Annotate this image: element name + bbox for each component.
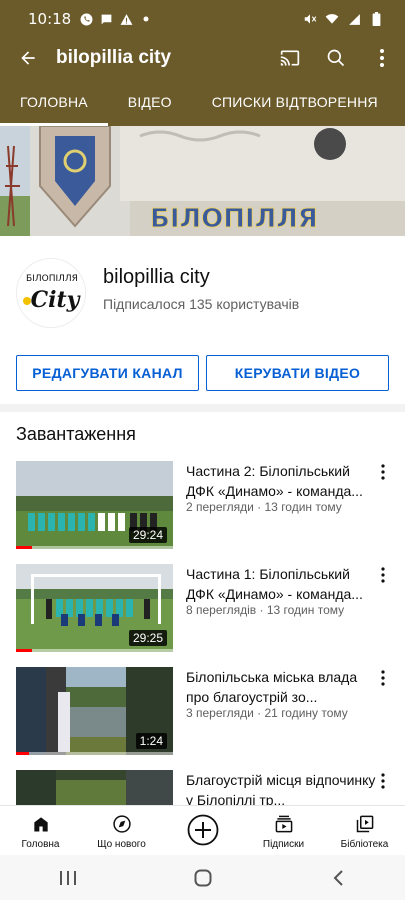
nav-library-label: Бібліотека [340, 839, 389, 850]
nav-subscriptions-label: Підписки [262, 839, 305, 850]
svg-text:City: City [31, 287, 82, 313]
cast-button[interactable] [267, 38, 313, 78]
video-meta: 2 перегляди · 13 годин тому [186, 500, 342, 514]
banner-image: БІЛОПІЛЛЯ [0, 126, 405, 236]
nav-home[interactable]: Головна [0, 806, 81, 855]
uploads-section-title: Завантаження [16, 424, 136, 444]
recents-icon [59, 870, 76, 885]
signal-icon [347, 12, 361, 26]
more-vert-icon [381, 670, 385, 686]
bottom-navigation: Головна Що нового Підписки Бібліотека [0, 805, 405, 855]
more-vert-icon [381, 464, 385, 480]
watch-progress [16, 546, 32, 549]
video-title[interactable]: Благоустрій місця відпочинку у Білопіллі… [186, 770, 376, 805]
channel-banner: БІЛОПІЛЛЯ [0, 126, 405, 236]
explore-icon [112, 812, 132, 836]
system-navigation-bar [0, 855, 405, 900]
channel-title: bilopillia city [56, 47, 172, 68]
video-item[interactable]: 29:25 Частина 1: Білопільський ДФК «Дина… [0, 564, 405, 656]
nav-explore[interactable]: Що нового [81, 806, 162, 855]
video-more-button[interactable] [375, 770, 391, 792]
search-icon [327, 49, 345, 67]
arrow-back-icon [21, 51, 35, 65]
channel-header: БІЛОПІЛЛЯ City bilopillia city Підписало… [0, 236, 405, 404]
video-duration: 1:24 [135, 733, 167, 749]
phone-icon [79, 12, 93, 26]
back-system-button[interactable] [308, 855, 368, 900]
library-icon [355, 812, 375, 836]
video-thumbnail[interactable]: 1:24 [16, 667, 173, 755]
progress-track [16, 649, 173, 652]
status-bar: 10:18 [0, 0, 405, 38]
thumbnail-image [16, 770, 173, 805]
dot-icon [139, 12, 153, 26]
video-thumbnail[interactable]: 29:25 [16, 564, 173, 652]
manage-videos-button[interactable]: КЕРУВАТИ ВІДЕО [206, 355, 389, 391]
video-thumbnail[interactable]: 29:24 [16, 461, 173, 549]
create-icon [187, 814, 219, 846]
video-meta: 3 перегляди · 21 годину тому [186, 706, 348, 720]
recents-button[interactable] [38, 855, 98, 900]
edit-channel-button[interactable]: РЕДАГУВАТИ КАНАЛ [16, 355, 199, 391]
back-button[interactable] [0, 38, 56, 78]
more-vert-icon [381, 567, 385, 583]
more-vert-icon [380, 49, 384, 67]
more-options-button[interactable] [359, 38, 405, 78]
banner-sign-text: БІЛОПІЛЛЯ [150, 204, 318, 234]
video-duration: 29:25 [128, 630, 167, 646]
nav-create[interactable] [162, 806, 243, 855]
system-status-icons [303, 12, 383, 26]
progress-track [16, 546, 173, 549]
video-item[interactable]: 29:24 Частина 2: Білопільський ДФК «Дина… [0, 461, 405, 553]
watch-progress [16, 752, 29, 755]
mute-icon [303, 12, 317, 26]
chevron-left-icon [333, 869, 343, 886]
message-icon [99, 12, 113, 26]
video-title[interactable]: Частина 2: Білопільський ДФК «Динамо» - … [186, 461, 376, 501]
tab-playlists[interactable]: СПИСКИ ВІДТВОРЕННЯ [192, 78, 398, 126]
tab-next[interactable]: К [398, 78, 405, 126]
channel-name: bilopillia city [103, 266, 210, 288]
home-system-button[interactable] [173, 855, 233, 900]
channel-avatar[interactable]: БІЛОПІЛЛЯ City [16, 258, 86, 328]
watch-progress [16, 649, 32, 652]
svg-text:БІЛОПІЛЛЯ: БІЛОПІЛЛЯ [26, 274, 78, 284]
nav-home-label: Головна [21, 839, 60, 850]
nav-explore-label: Що нового [97, 839, 146, 850]
subscriptions-icon [274, 812, 294, 836]
status-time: 10:18 [28, 10, 72, 28]
video-title[interactable]: Білопільська міська влада про благоустрі… [186, 667, 376, 707]
tab-videos[interactable]: ВІДЕО [108, 78, 192, 126]
video-more-button[interactable] [375, 461, 391, 483]
wifi-icon [325, 12, 339, 26]
channel-tabs: ГОЛОВНА ВІДЕО СПИСКИ ВІДТВОРЕННЯ К [0, 78, 405, 126]
video-item[interactable]: Благоустрій місця відпочинку у Білопіллі… [0, 770, 405, 805]
notification-icons [79, 12, 153, 26]
avatar-logo: БІЛОПІЛЛЯ City [17, 259, 85, 327]
more-vert-icon [381, 773, 385, 789]
warning-icon [119, 12, 133, 26]
video-thumbnail[interactable] [16, 770, 173, 805]
nav-subscriptions[interactable]: Підписки [243, 806, 324, 855]
video-title[interactable]: Частина 1: Білопільський ДФК «Динамо» - … [186, 564, 376, 604]
nav-library[interactable]: Бібліотека [324, 806, 405, 855]
video-meta: 8 переглядів · 13 годин тому [186, 603, 345, 617]
battery-icon [369, 12, 383, 26]
video-more-button[interactable] [375, 667, 391, 689]
search-button[interactable] [313, 38, 359, 78]
home-icon [31, 812, 51, 836]
video-more-button[interactable] [375, 564, 391, 586]
app-bar: bilopillia city [0, 38, 405, 78]
video-duration: 29:24 [128, 527, 167, 543]
tab-home[interactable]: ГОЛОВНА [0, 78, 108, 126]
home-circle-icon [194, 869, 211, 886]
cast-icon [280, 50, 300, 66]
subscriber-count: Підписалося 135 користувачів [103, 296, 300, 312]
progress-track [16, 752, 173, 755]
video-item[interactable]: 1:24 Білопільська міська влада про благо… [0, 667, 405, 759]
section-divider [0, 404, 405, 412]
